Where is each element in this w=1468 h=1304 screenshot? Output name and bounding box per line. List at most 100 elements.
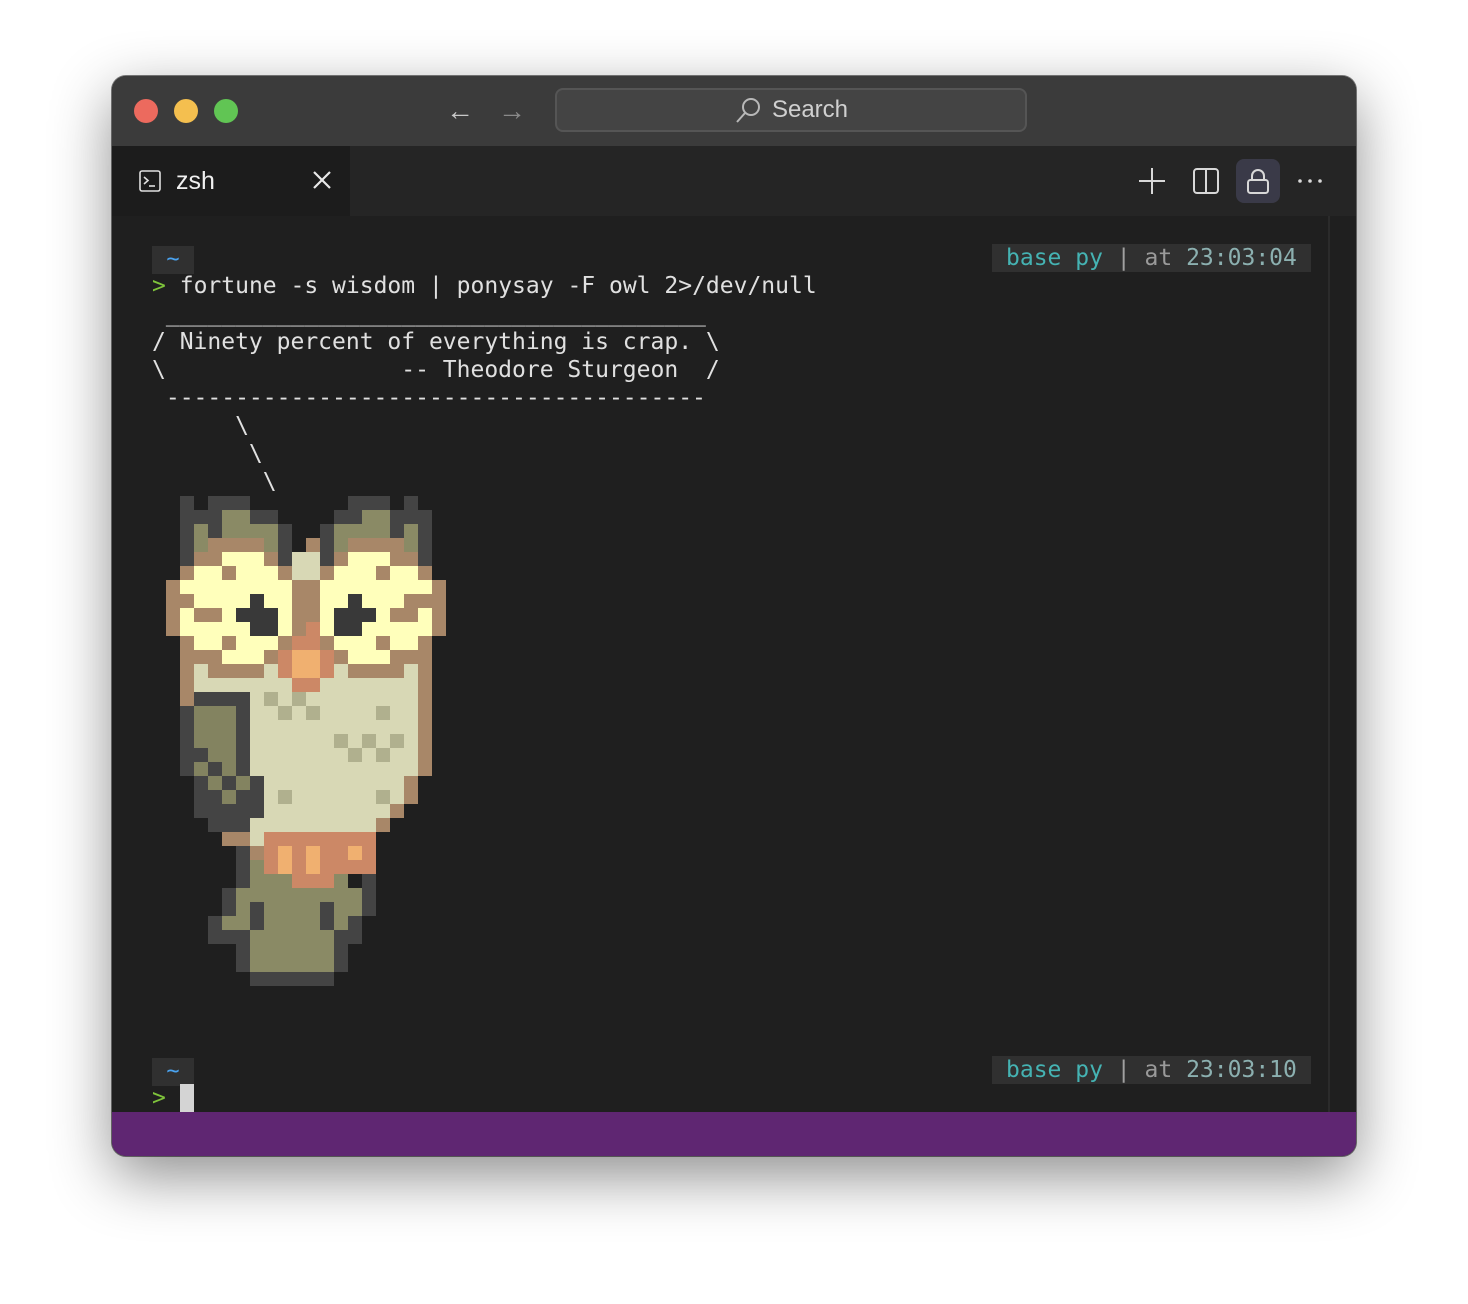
- owl-pixel: [348, 776, 362, 790]
- owl-pixel: [236, 706, 250, 720]
- tab-zsh[interactable]: zsh: [112, 146, 350, 216]
- new-tab-button[interactable]: [1130, 159, 1174, 203]
- owl-pixel: [236, 818, 250, 832]
- owl-pixel: [306, 930, 320, 944]
- timestamp: 23:03:04: [1186, 245, 1297, 271]
- owl-pixel: [348, 902, 362, 916]
- owl-pixel: [250, 804, 264, 818]
- close-window-button[interactable]: [134, 99, 158, 123]
- owl-pixel: [208, 608, 222, 622]
- owl-pixel: [348, 524, 362, 538]
- owl-pixel: [166, 580, 180, 594]
- owl-pixel: [334, 650, 348, 664]
- owl-pixel: [166, 594, 180, 608]
- owl-pixel: [194, 790, 208, 804]
- owl-pixel: [404, 622, 418, 636]
- prompt-symbol: >: [152, 1085, 166, 1111]
- split-pane-button[interactable]: [1184, 159, 1228, 203]
- owl-pixel: [362, 510, 376, 524]
- forward-arrow-icon[interactable]: →: [496, 96, 528, 128]
- owl-pixel: [250, 930, 264, 944]
- owl-pixel: [418, 594, 432, 608]
- owl-pixel: [348, 762, 362, 776]
- owl-pixel: [376, 678, 390, 692]
- owl-pixel: [264, 818, 278, 832]
- owl-pixel: [264, 916, 278, 930]
- plus-icon: [1139, 168, 1165, 194]
- owl-pixel: [376, 664, 390, 678]
- owl-pixel: [250, 748, 264, 762]
- owl-pixel: [278, 678, 292, 692]
- owl-pixel: [250, 664, 264, 678]
- owl-pixel: [376, 748, 390, 762]
- owl-pixel: [306, 874, 320, 888]
- owl-pixel: [264, 608, 278, 622]
- owl-pixel: [320, 664, 334, 678]
- owl-pixel: [306, 860, 320, 874]
- owl-pixel: [236, 916, 250, 930]
- owl-pixel: [222, 902, 236, 916]
- owl-pixel: [194, 510, 208, 524]
- owl-pixel: [194, 622, 208, 636]
- env-label: base py: [1006, 1057, 1103, 1083]
- owl-pixel: [404, 664, 418, 678]
- owl-pixel: [418, 566, 432, 580]
- prompt-symbol: >: [152, 273, 166, 299]
- owl-pixel: [362, 552, 376, 566]
- owl-pixel: [292, 818, 306, 832]
- more-options-button[interactable]: [1288, 159, 1332, 203]
- back-arrow-icon[interactable]: ←: [444, 96, 476, 128]
- minimize-window-button[interactable]: [174, 99, 198, 123]
- owl-pixel: [320, 888, 334, 902]
- owl-pixel: [194, 720, 208, 734]
- input-line[interactable]: >: [152, 1084, 194, 1112]
- owl-pixel: [236, 608, 250, 622]
- owl-pixel: [362, 678, 376, 692]
- owl-pixel: [194, 776, 208, 790]
- lock-button[interactable]: [1236, 159, 1280, 203]
- owl-pixel: [306, 580, 320, 594]
- owl-pixel: [278, 538, 292, 552]
- owl-pixel: [236, 580, 250, 594]
- zoom-window-button[interactable]: [214, 99, 238, 123]
- owl-pixel: [348, 510, 362, 524]
- owl-pixel: [418, 706, 432, 720]
- owl-pixel: [222, 734, 236, 748]
- owl-pixel: [348, 860, 362, 874]
- owl-pixel: [404, 552, 418, 566]
- owl-pixel: [236, 636, 250, 650]
- owl-pixel: [390, 636, 404, 650]
- terminal-icon: [139, 170, 161, 192]
- owl-pixel: [404, 510, 418, 524]
- owl-pixel: [362, 790, 376, 804]
- owl-pixel: [208, 930, 222, 944]
- owl-pixel: [362, 622, 376, 636]
- search-field[interactable]: Search: [555, 88, 1027, 132]
- owl-pixel: [264, 804, 278, 818]
- owl-pixel: [362, 594, 376, 608]
- owl-pixel: [292, 958, 306, 972]
- owl-pixel: [432, 580, 446, 594]
- close-tab-icon[interactable]: [308, 166, 336, 194]
- owl-pixel: [320, 566, 334, 580]
- owl-pixel: [348, 748, 362, 762]
- owl-pixel: [320, 860, 334, 874]
- owl-pixel: [404, 608, 418, 622]
- owl-pixel: [250, 622, 264, 636]
- owl-pixel: [320, 580, 334, 594]
- owl-pixel: [250, 706, 264, 720]
- terminal-content[interactable]: ~ base py | at 23:03:04 > fortune -s wis…: [112, 216, 1356, 1112]
- scrollbar[interactable]: [1328, 216, 1330, 1112]
- owl-pixel: [278, 720, 292, 734]
- owl-pixel: [194, 678, 208, 692]
- owl-pixel: [292, 790, 306, 804]
- owl-pixel: [264, 762, 278, 776]
- owl-pixel: [306, 608, 320, 622]
- owl-pixel: [418, 734, 432, 748]
- owl-pixel: [376, 734, 390, 748]
- owl-pixel: [264, 944, 278, 958]
- owl-pixel: [334, 818, 348, 832]
- owl-pixel: [376, 510, 390, 524]
- owl-pixel: [390, 720, 404, 734]
- owl-pixel: [348, 580, 362, 594]
